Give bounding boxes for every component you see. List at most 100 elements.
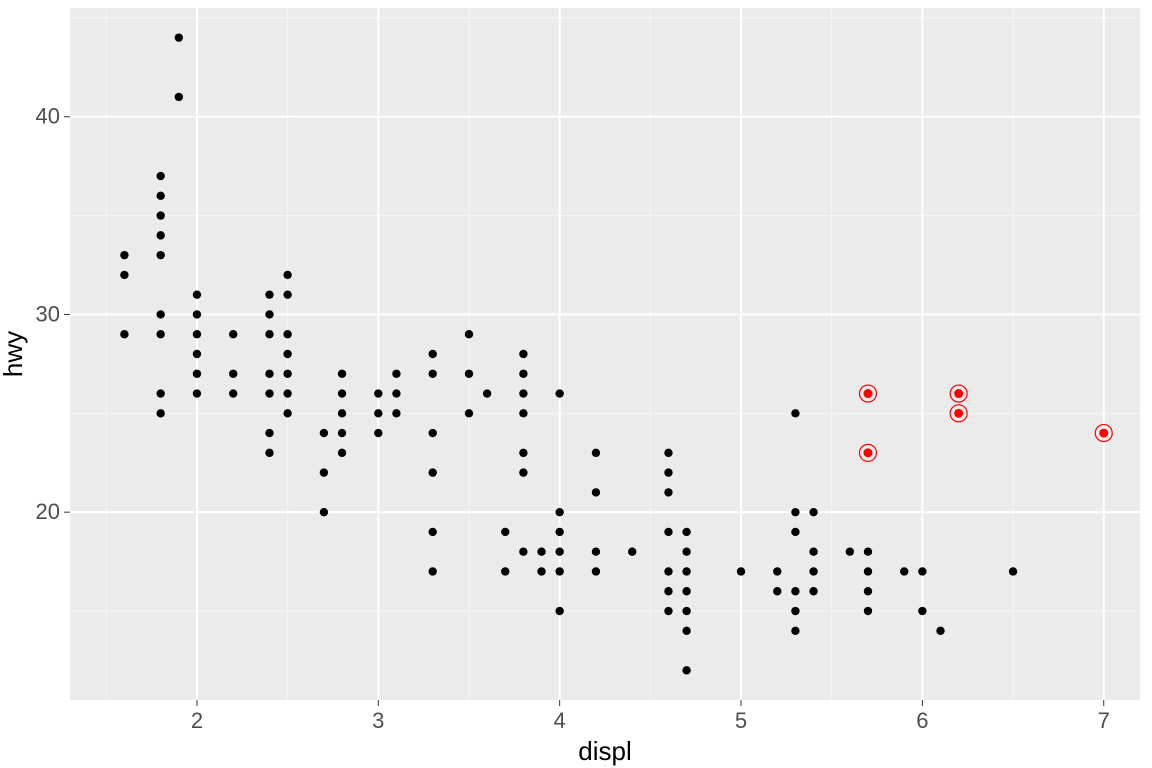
- data-point: [519, 370, 527, 378]
- data-point: [338, 429, 346, 437]
- data-point: [664, 528, 672, 536]
- data-point: [156, 389, 164, 397]
- data-point: [156, 330, 164, 338]
- data-point: [193, 389, 201, 397]
- data-point: [120, 271, 128, 279]
- data-point: [791, 627, 799, 635]
- data-point: [193, 370, 201, 378]
- x-tick-label: 2: [191, 708, 203, 733]
- data-point: [555, 567, 563, 575]
- data-point: [265, 330, 273, 338]
- y-axis-title: hwy: [0, 331, 28, 377]
- data-point: [265, 310, 273, 318]
- data-point: [392, 409, 400, 417]
- data-point: [338, 370, 346, 378]
- data-point: [846, 548, 854, 556]
- data-point: [374, 389, 382, 397]
- data-point: [664, 567, 672, 575]
- data-point: [392, 370, 400, 378]
- data-point: [120, 330, 128, 338]
- y-tick-label: 40: [36, 104, 60, 129]
- data-point: [465, 330, 473, 338]
- data-point: [283, 409, 291, 417]
- data-point: [537, 548, 545, 556]
- data-point: [229, 389, 237, 397]
- data-point: [592, 449, 600, 457]
- data-point: [229, 370, 237, 378]
- data-point: [809, 587, 817, 595]
- data-point: [682, 666, 690, 674]
- data-point: [555, 607, 563, 615]
- data-point: [465, 370, 473, 378]
- data-point: [791, 508, 799, 516]
- data-point: [682, 548, 690, 556]
- data-point: [429, 350, 437, 358]
- data-point: [229, 330, 237, 338]
- data-point: [338, 389, 346, 397]
- data-point: [555, 508, 563, 516]
- data-point: [537, 567, 545, 575]
- data-point: [283, 350, 291, 358]
- data-point: [592, 488, 600, 496]
- data-point: [936, 627, 944, 635]
- data-point: [809, 567, 817, 575]
- data-point: [483, 389, 491, 397]
- data-point: [773, 587, 781, 595]
- data-point: [864, 567, 872, 575]
- highlight-point: [863, 389, 872, 398]
- data-point: [864, 607, 872, 615]
- highlight-point: [863, 448, 872, 457]
- data-point: [338, 409, 346, 417]
- data-point: [283, 389, 291, 397]
- data-point: [320, 429, 328, 437]
- data-point: [555, 389, 563, 397]
- data-point: [501, 528, 509, 536]
- data-point: [864, 587, 872, 595]
- x-tick-label: 6: [916, 708, 928, 733]
- data-point: [265, 290, 273, 298]
- x-tick-label: 3: [372, 708, 384, 733]
- data-point: [320, 468, 328, 476]
- data-point: [156, 172, 164, 180]
- y-tick-label: 30: [36, 301, 60, 326]
- x-axis-title: displ: [578, 736, 631, 766]
- data-point: [682, 627, 690, 635]
- data-point: [809, 548, 817, 556]
- data-point: [519, 389, 527, 397]
- data-point: [156, 231, 164, 239]
- data-point: [664, 468, 672, 476]
- y-tick-label: 20: [36, 499, 60, 524]
- data-point: [429, 567, 437, 575]
- x-tick-label: 7: [1098, 708, 1110, 733]
- data-point: [175, 33, 183, 41]
- data-point: [429, 468, 437, 476]
- data-point: [175, 93, 183, 101]
- data-point: [791, 587, 799, 595]
- data-point: [900, 567, 908, 575]
- data-point: [283, 271, 291, 279]
- data-point: [265, 370, 273, 378]
- data-point: [682, 607, 690, 615]
- data-point: [682, 587, 690, 595]
- data-point: [918, 567, 926, 575]
- data-point: [791, 528, 799, 536]
- x-tick-label: 5: [735, 708, 747, 733]
- data-point: [193, 290, 201, 298]
- data-point: [156, 211, 164, 219]
- data-point: [682, 528, 690, 536]
- x-tick-label: 4: [554, 708, 566, 733]
- data-point: [283, 330, 291, 338]
- data-point: [156, 310, 164, 318]
- data-point: [265, 429, 273, 437]
- data-point: [265, 449, 273, 457]
- data-point: [320, 508, 328, 516]
- data-point: [501, 567, 509, 575]
- data-point: [664, 488, 672, 496]
- data-point: [592, 567, 600, 575]
- highlight-point: [954, 409, 963, 418]
- data-point: [429, 370, 437, 378]
- data-point: [918, 607, 926, 615]
- data-point: [429, 528, 437, 536]
- data-point: [156, 409, 164, 417]
- data-point: [773, 567, 781, 575]
